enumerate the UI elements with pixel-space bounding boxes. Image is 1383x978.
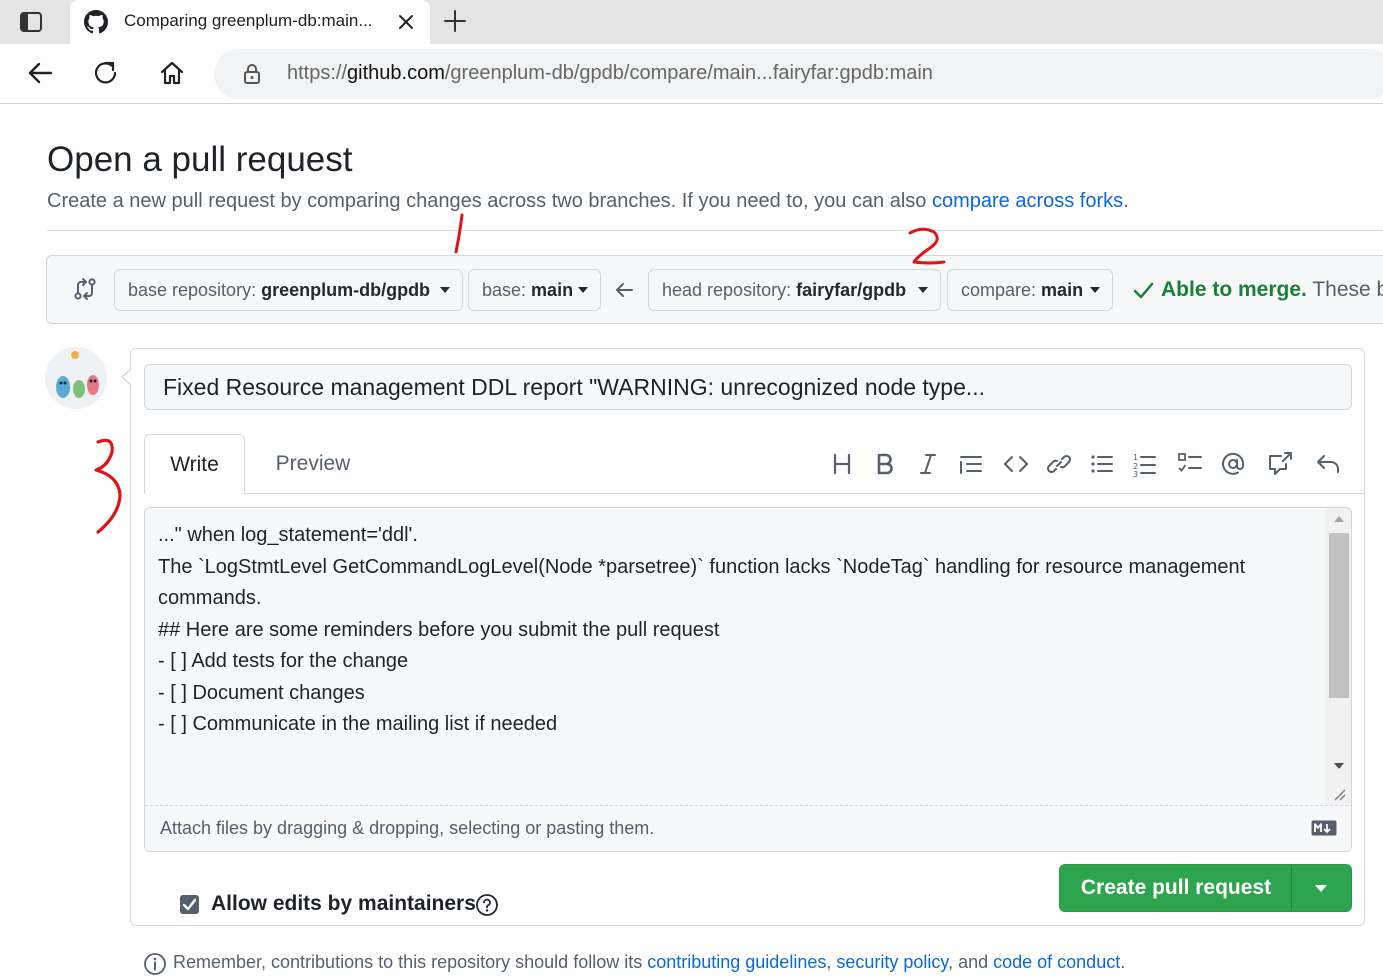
base-repository-select[interactable]: base repository: greenplum-db/gpdb xyxy=(114,269,463,311)
browser-tab-active[interactable]: Comparing greenplum-db:main... xyxy=(70,0,430,44)
resize-handle-icon[interactable] xyxy=(1329,784,1347,802)
github-icon xyxy=(84,10,108,34)
cross-reference-icon[interactable] xyxy=(1266,450,1294,478)
scroll-down-icon[interactable] xyxy=(1334,763,1344,769)
avatar-image xyxy=(45,347,107,409)
head-repository-select[interactable]: head repository: fairyfar/gpdb xyxy=(648,269,941,311)
scroll-up-icon[interactable] xyxy=(1334,516,1344,522)
tab-title: Comparing greenplum-db:main... xyxy=(124,11,373,30)
attach-hint: Attach files by dragging & dropping, sel… xyxy=(160,818,655,838)
body-line: - [ ] Add tests for the change xyxy=(158,650,409,672)
back-arrow-icon[interactable] xyxy=(25,58,55,88)
home-icon[interactable] xyxy=(157,58,187,88)
unordered-list-icon[interactable] xyxy=(1088,450,1116,478)
lock-icon[interactable] xyxy=(240,62,264,86)
pr-body-textarea-wrapper: ..." when log_statement='ddl'. The `LogS… xyxy=(144,507,1352,852)
annotation-3 xyxy=(94,438,122,534)
svg-text:3: 3 xyxy=(1133,470,1138,478)
heading-icon[interactable] xyxy=(828,450,856,478)
contributing-guidelines-link[interactable]: contributing guidelines xyxy=(647,952,826,972)
merge-status: Able to merge. These br xyxy=(1161,278,1383,301)
file-attachment-bar[interactable]: Attach files by dragging & dropping, sel… xyxy=(145,805,1351,851)
plus-icon[interactable] xyxy=(442,8,468,34)
base-branch-select[interactable]: base: main xyxy=(468,269,601,311)
compare-branch-select[interactable]: compare: main xyxy=(947,269,1113,311)
link-icon[interactable] xyxy=(1045,450,1073,478)
info-icon xyxy=(144,953,166,975)
browser-toolbar: https://github.com/greenplum-db/gpdb/com… xyxy=(0,44,1383,104)
italic-icon[interactable] xyxy=(914,450,942,478)
sidebar-icon[interactable] xyxy=(18,9,44,35)
page-title: Open a pull request xyxy=(47,140,353,179)
contribution-note: Remember, contributions to this reposito… xyxy=(173,952,1126,972)
body-line: ## Here are some reminders before you su… xyxy=(158,618,720,641)
avatar[interactable] xyxy=(45,347,107,409)
annotation-1 xyxy=(454,213,464,254)
svg-text:1: 1 xyxy=(1133,453,1138,462)
create-pull-request-button-group: Create pull request xyxy=(1059,864,1352,912)
reload-icon[interactable] xyxy=(91,58,121,88)
textarea-scrollbar[interactable] xyxy=(1325,508,1351,805)
pr-body-textarea[interactable]: ..." when log_statement='ddl'. The `LogS… xyxy=(145,508,1325,805)
caret-down-icon xyxy=(440,287,450,293)
url-text[interactable]: https://github.com/greenplum-db/gpdb/com… xyxy=(287,62,933,85)
git-compare-icon xyxy=(74,278,96,300)
page-subtitle: Create a new pull request by comparing c… xyxy=(47,190,1129,212)
caret-down-icon xyxy=(918,287,928,293)
address-bar[interactable]: https://github.com/greenplum-db/gpdb/com… xyxy=(214,49,1383,99)
create-pull-request-button[interactable]: Create pull request xyxy=(1060,865,1292,911)
browser-tabstrip: Comparing greenplum-db:main... xyxy=(0,0,1383,44)
mention-icon[interactable] xyxy=(1219,450,1247,478)
tab-preview[interactable]: Preview xyxy=(258,434,368,494)
markdown-icon[interactable] xyxy=(1311,820,1337,836)
checkmark-icon xyxy=(182,898,197,911)
close-icon[interactable] xyxy=(396,12,416,32)
pr-title-input[interactable]: Fixed Resource management DDL report "WA… xyxy=(144,364,1352,410)
question-icon[interactable] xyxy=(475,893,499,917)
body-line: The `LogStmtLevel GetCommandLogLevel(Nod… xyxy=(158,555,1246,578)
scroll-thumb[interactable] xyxy=(1329,533,1349,698)
arrow-left-icon xyxy=(616,283,633,297)
ordered-list-icon[interactable]: 1 2 3 xyxy=(1131,450,1159,478)
allow-edits-checkbox[interactable] xyxy=(180,895,199,914)
divider xyxy=(47,230,1383,231)
quote-icon[interactable] xyxy=(957,450,985,478)
code-icon[interactable] xyxy=(1002,450,1030,478)
allow-edits-label[interactable]: Allow edits by maintainers xyxy=(211,892,476,916)
create-options-dropdown-icon[interactable] xyxy=(1315,885,1327,892)
body-line: ..." when log_statement='ddl'. xyxy=(158,524,418,546)
tab-write[interactable]: Write xyxy=(144,434,245,494)
compare-range-editor: base repository: greenplum-db/gpdb base:… xyxy=(46,255,1383,324)
security-policy-link[interactable]: security policy xyxy=(836,952,948,972)
caret-down-icon xyxy=(578,287,588,293)
reply-icon[interactable] xyxy=(1314,450,1342,478)
check-icon xyxy=(1133,282,1154,299)
compare-across-forks-link[interactable]: compare across forks xyxy=(932,190,1123,212)
bold-icon[interactable] xyxy=(871,450,899,478)
body-line: - [ ] Communicate in the mailing list if… xyxy=(158,713,558,735)
caret-down-icon xyxy=(1090,287,1100,293)
body-line: - [ ] Document changes xyxy=(158,681,365,704)
code-of-conduct-link[interactable]: code of conduct xyxy=(993,952,1120,972)
task-list-icon[interactable] xyxy=(1176,450,1204,478)
body-line: commands. xyxy=(158,587,262,609)
